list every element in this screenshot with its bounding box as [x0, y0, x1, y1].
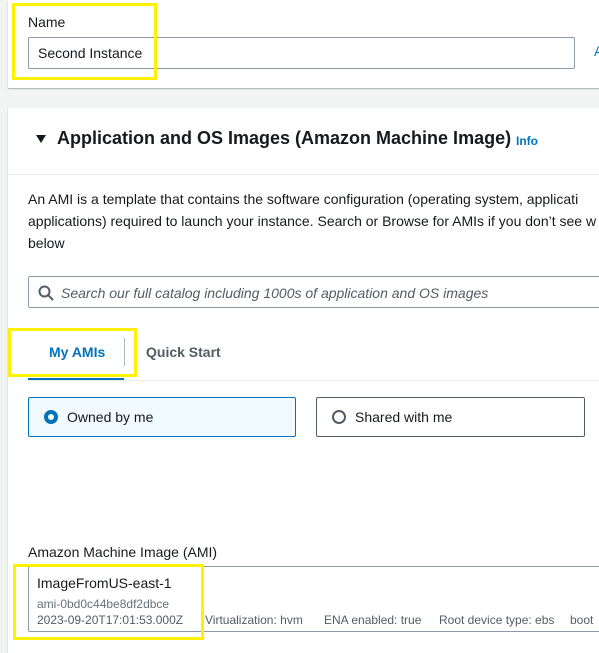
- radio-unselected-icon[interactable]: [332, 410, 346, 424]
- owned-by-me-label: Owned by me: [67, 409, 154, 425]
- ami-ena: ENA enabled: true: [324, 613, 422, 627]
- tab-my-amis[interactable]: My AMIs: [49, 344, 105, 360]
- ami-boot: boot: [570, 613, 594, 627]
- ami-tabs: My AMIs Quick Start: [28, 330, 599, 381]
- tab-quick-start[interactable]: Quick Start: [146, 344, 221, 360]
- ami-panel-header[interactable]: Application and OS Images (Amazon Machin…: [8, 108, 599, 175]
- ami-creation-date: 2023-09-20T17:01:53.000Z: [37, 613, 184, 627]
- add-tags-link[interactable]: A: [594, 43, 599, 59]
- owned-by-me-option[interactable]: Owned by me: [28, 397, 296, 437]
- ami-id: ami-0bd0c44be8df2dbce: [37, 597, 170, 611]
- tab-divider: [124, 338, 125, 366]
- search-icon: [38, 285, 54, 301]
- shared-with-me-option[interactable]: Shared with me: [316, 397, 585, 437]
- ec2-launch-page: Name Second Instance A Application and O…: [0, 0, 599, 653]
- ami-root-device: Root device type: ebs: [439, 613, 555, 627]
- description-line-2: applications) required to launch your in…: [28, 213, 597, 229]
- search-placeholder: Search our full catalog including 1000s …: [61, 285, 489, 301]
- ami-name: ImageFromUS-east-1: [37, 575, 172, 591]
- ami-field-label: Amazon Machine Image (AMI): [28, 544, 218, 560]
- caret-down-icon[interactable]: [36, 135, 46, 143]
- description-line-1: An AMI is a template that contains the s…: [28, 191, 579, 207]
- ami-virtualization: Virtualization: hvm: [205, 613, 303, 627]
- name-input[interactable]: Second Instance: [28, 37, 575, 69]
- section-title: Application and OS Images (Amazon Machin…: [57, 128, 512, 148]
- name-label: Name: [28, 14, 66, 30]
- radio-selected-icon[interactable]: [44, 410, 58, 424]
- shared-with-me-label: Shared with me: [355, 409, 453, 425]
- active-tab-indicator: [28, 378, 124, 380]
- description-line-3: below: [28, 235, 65, 251]
- ami-search-input[interactable]: Search our full catalog including 1000s …: [28, 276, 599, 308]
- info-link[interactable]: Info: [516, 134, 538, 148]
- ami-select[interactable]: ImageFromUS-east-1 ami-0bd0c44be8df2dbce…: [28, 566, 599, 632]
